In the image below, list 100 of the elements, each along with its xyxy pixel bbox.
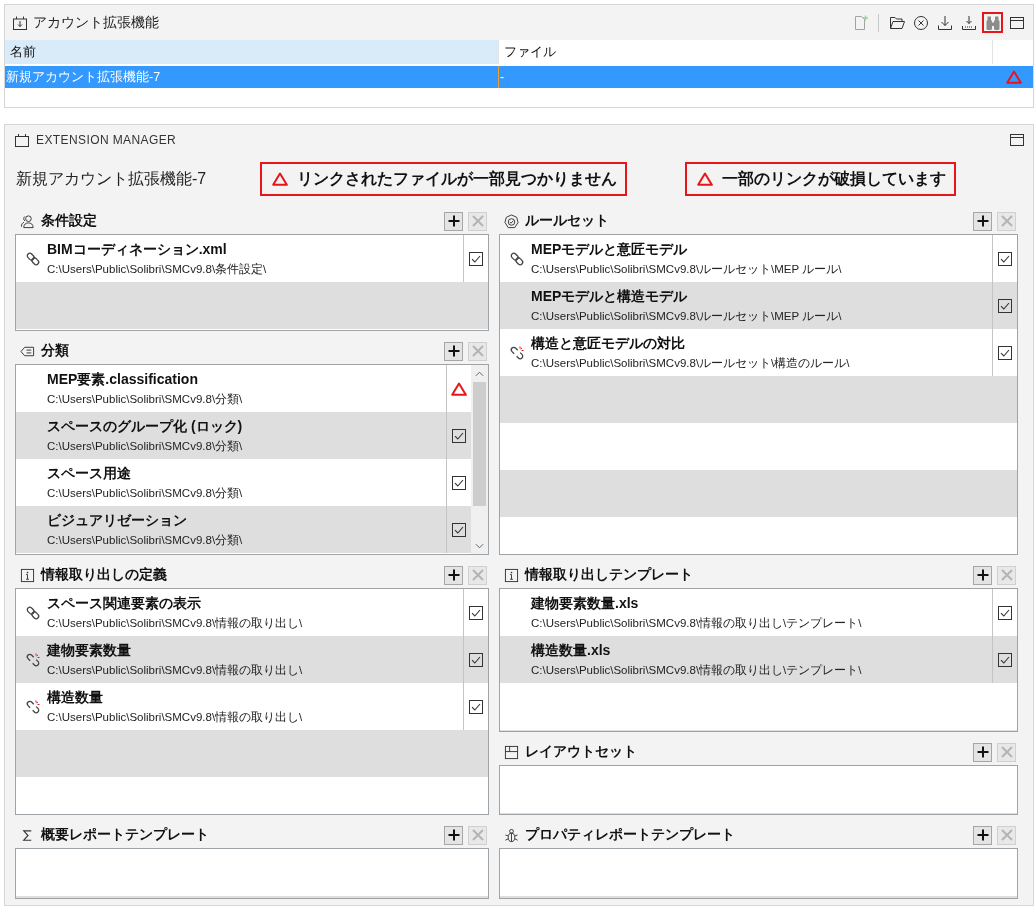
- plus-icon: [976, 215, 989, 227]
- binoculars-icon: [984, 14, 1001, 31]
- plus-icon: [976, 746, 989, 758]
- file-path: C:\Users\Public\Solibri\SMCv9.8\情報の取り出し\テンプレート\: [531, 616, 862, 631]
- cross-icon: [1000, 746, 1013, 758]
- file-name: 建物要素数量: [47, 641, 131, 659]
- account-name: 新規アカウント拡張機能-7: [16, 168, 208, 189]
- binoculars-button[interactable]: [982, 12, 1003, 33]
- cross-icon: [1000, 569, 1013, 581]
- add-button[interactable]: [973, 565, 992, 585]
- file-path: C:\Users\Public\Solibri\SMCv9.8\条件設定\: [47, 262, 267, 277]
- file-path: C:\Users\Public\Solibri\SMCv9.8\情報の取り出し\: [47, 663, 303, 678]
- file-path: C:\Users\Public\Solibri\SMCv9.8\ルールセット\構造のルール\: [531, 356, 850, 371]
- box-arrow-icon: [12, 14, 28, 31]
- panel-title: EXTENSION MANAGER: [36, 133, 177, 147]
- info-icon: [504, 567, 519, 583]
- checkbox[interactable]: [998, 345, 1012, 360]
- plus-icon: [447, 215, 460, 227]
- folder-icon: [888, 14, 905, 31]
- plus-icon: [976, 829, 989, 841]
- cross-icon: [471, 829, 484, 841]
- add-button[interactable]: [973, 211, 992, 231]
- cross-icon: [1000, 215, 1013, 227]
- section-title: レイアウトセット: [525, 743, 637, 761]
- file-path: C:\Users\Public\Solibri\SMCv9.8\情報の取り出し\: [47, 616, 303, 631]
- scrollbar-thumb[interactable]: [473, 382, 486, 506]
- warning-text: 一部のリンクが破損しています: [722, 168, 946, 189]
- file-name: ビジュアリゼーション: [47, 511, 187, 529]
- file-path: C:\Users\Public\Solibri\SMCv9.8\情報の取り出し\: [47, 710, 303, 725]
- section-title: プロパティレポートテンプレート: [525, 826, 735, 844]
- checkbox[interactable]: [452, 428, 466, 443]
- add-button[interactable]: [444, 341, 463, 361]
- file-path: C:\Users\Public\Solibri\SMCv9.8\ルールセット\MEP ルール\: [531, 262, 842, 277]
- file-name: 建物要素数量.xls: [531, 594, 639, 612]
- cross-icon: [471, 345, 484, 357]
- checkbox[interactable]: [469, 699, 483, 714]
- table-cell: 新規アカウント拡張機能-7: [5, 66, 499, 88]
- warning-icon: [697, 172, 713, 186]
- add-button[interactable]: [973, 742, 992, 762]
- badge-check-icon: [504, 213, 519, 229]
- checkbox[interactable]: [452, 475, 466, 490]
- warning-icon: [451, 381, 467, 396]
- file-path: C:\Users\Public\Solibri\SMCv9.8\情報の取り出し\テンプレート\: [531, 663, 862, 678]
- warning-icon: [272, 172, 288, 186]
- section-title: ルールセット: [525, 212, 609, 230]
- people-icon: [20, 213, 35, 229]
- new-file-icon: [852, 14, 869, 31]
- column-header[interactable]: 名前: [5, 40, 499, 64]
- scrollbar[interactable]: [471, 365, 488, 554]
- panel-title: アカウント拡張機能: [33, 13, 159, 32]
- section-title: 概要レポートテンプレート: [41, 826, 209, 844]
- plus-icon: [976, 569, 989, 581]
- checkbox[interactable]: [998, 298, 1012, 313]
- cross-icon: [471, 569, 484, 581]
- info-icon: [20, 567, 35, 583]
- cross-icon: [471, 215, 484, 227]
- download-icon: [936, 14, 953, 31]
- checkbox[interactable]: [469, 652, 483, 667]
- chevron-up-icon: [475, 370, 484, 377]
- file-name: スペース用途: [47, 464, 131, 482]
- file-name: スペース関連要素の表示: [47, 594, 201, 612]
- section-title: 情報取り出しの定義: [41, 566, 167, 584]
- section-title: 情報取り出しテンプレート: [525, 566, 693, 584]
- checkbox[interactable]: [998, 605, 1012, 620]
- checkbox[interactable]: [998, 652, 1012, 667]
- plus-icon: [447, 345, 460, 357]
- tray-download-icon: [960, 14, 977, 31]
- window-icon: [1008, 132, 1025, 148]
- add-button[interactable]: [973, 825, 992, 845]
- file-name: MEPモデルと構造モデル: [531, 287, 688, 305]
- section-title: 条件設定: [41, 212, 97, 230]
- cross-icon: [1000, 829, 1013, 841]
- file-name: MEPモデルと意匠モデル: [531, 240, 688, 258]
- file-name: 構造と意匠モデルの対比: [531, 334, 685, 352]
- checkbox[interactable]: [452, 522, 466, 537]
- warning-icon: [1005, 70, 1022, 84]
- file-path: C:\Users\Public\Solibri\SMCv9.8\分類\: [47, 439, 243, 454]
- file-name: 構造数量.xls: [531, 641, 611, 659]
- file-name: MEP要素.classification: [47, 370, 198, 388]
- file-name: 構造数量: [47, 688, 103, 706]
- checkbox[interactable]: [998, 251, 1012, 266]
- briefcase-icon: [14, 132, 30, 148]
- add-button[interactable]: [444, 211, 463, 231]
- close-circle-icon: [912, 14, 929, 31]
- bug-icon: [504, 827, 519, 843]
- checkbox[interactable]: [469, 605, 483, 620]
- file-path: C:\Users\Public\Solibri\SMCv9.8\分類\: [47, 533, 243, 548]
- table-cell-text: -: [499, 69, 506, 86]
- warning-text: リンクされたファイルが一部見つかりません: [297, 168, 617, 189]
- file-path: C:\Users\Public\Solibri\SMCv9.8\分類\: [47, 392, 243, 407]
- file-path: C:\Users\Public\Solibri\SMCv9.8\ルールセット\MEP ルール\: [531, 309, 842, 324]
- file-path: C:\Users\Public\Solibri\SMCv9.8\分類\: [47, 486, 243, 501]
- plus-icon: [447, 829, 460, 841]
- add-button[interactable]: [444, 565, 463, 585]
- checkbox[interactable]: [469, 251, 483, 266]
- file-name: BIMコーディネーション.xml: [47, 240, 227, 258]
- add-button[interactable]: [444, 825, 463, 845]
- layout-icon: [504, 744, 519, 760]
- plus-icon: [447, 569, 460, 581]
- section-title: 分類: [41, 342, 69, 360]
